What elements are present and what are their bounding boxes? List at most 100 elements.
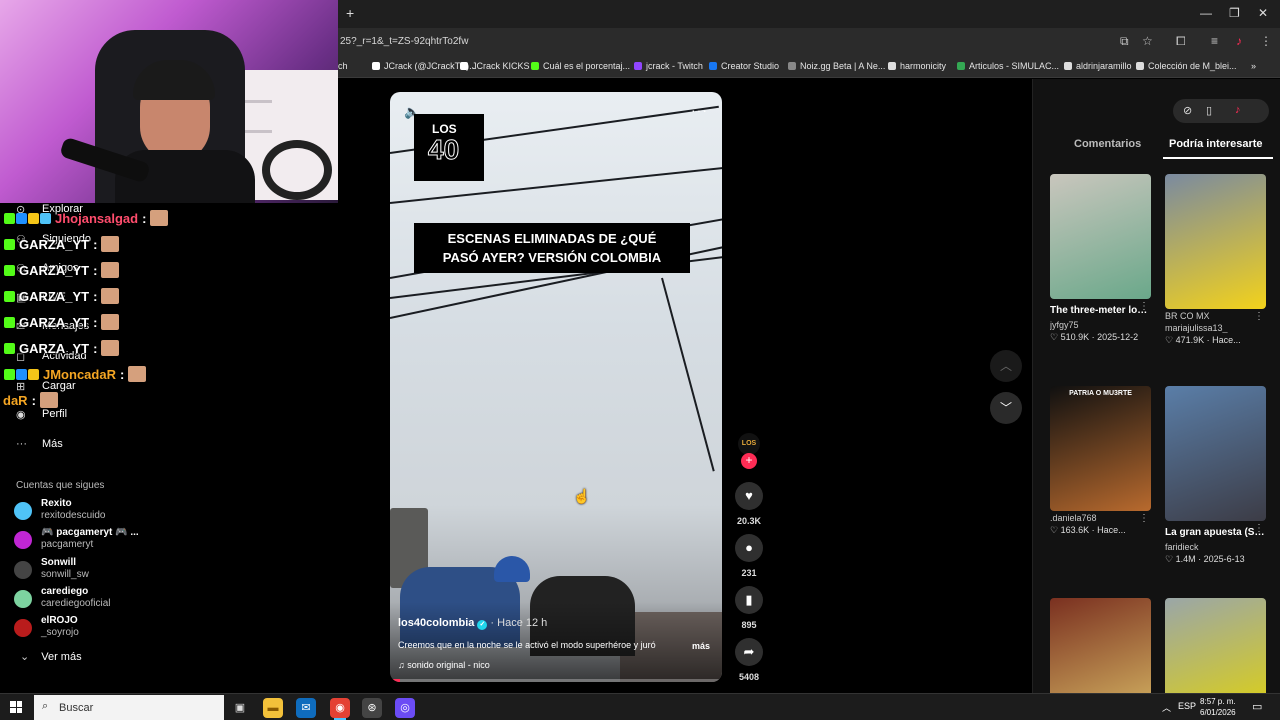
tray-expand-icon[interactable]: ︿ [1162,701,1171,714]
chat-emote-icon [101,236,120,252]
chat-separator: : [142,211,147,226]
video-progress-bar[interactable] [390,679,722,682]
recommended-video-card[interactable]: BR CO MX mariajulissa13_ ♡ 471.9K · Hace..… [1165,174,1266,346]
taskbar-app-icon[interactable]: ◎ [395,698,415,718]
heart-icon: ♡ [1165,335,1176,345]
card-more-icon[interactable]: ⋮ [1139,513,1149,524]
bookmark-item[interactable]: JCrack KICKS [460,61,530,71]
tiktok-extension-icon[interactable]: ♪ [1236,34,1242,48]
follow-button[interactable]: + [741,453,757,469]
bookmarks-overflow-icon[interactable]: » [1251,61,1256,71]
card-more-icon[interactable]: ⋮ [1254,523,1264,534]
video-thumbnail[interactable] [1165,386,1266,521]
new-tab-button[interactable]: + [346,5,354,21]
caption-line-2: PASÓ AYER? VERSIÓN COLOMBIA [442,250,662,265]
compass-icon[interactable]: ⊘ [1183,104,1192,117]
followed-account[interactable]: 🎮 pacgameryt 🎮 ... pacgameryt [14,527,154,555]
comment-button[interactable]: ● [735,534,763,562]
clock[interactable]: 8:57 p. m. 6/01/2026 [1200,696,1236,718]
followed-account[interactable]: carediego carediegooficial [14,586,154,614]
streamer-webcam [0,0,338,203]
install-app-icon[interactable]: ⧉ [1120,34,1129,49]
bookmark-item[interactable]: Creator Studio [709,61,779,71]
media-control-icon[interactable]: ≡ [1211,34,1218,48]
creator-avatar[interactable]: LOS 40 [738,433,760,469]
taskbar-app-icon[interactable]: ✉ [296,698,316,718]
see-more-button[interactable]: ⌄ Ver más [20,650,82,663]
bookmark-item[interactable]: Articulos - SIMULAC... [957,61,1059,71]
followed-account[interactable]: Sonwill sonwill_sw [14,557,154,585]
chevron-up-icon: ︿ [999,359,1012,373]
video-thumbnail[interactable] [1165,598,1266,693]
card-subtitle: BR CO MX [1165,311,1210,321]
bookmark-item[interactable]: harmonicity [888,61,946,71]
like-count: 20.3K [736,516,762,526]
recommended-video-card[interactable] [1165,598,1266,693]
taskbar-search[interactable]: ⌕ Buscar [34,695,224,720]
more-options-icon[interactable]: ··· [691,102,708,118]
tab-comments[interactable]: Comentarios [1074,138,1141,150]
video-player[interactable]: 🔈 ··· LOS 40 ESCENAS ELIMINADAS DE ¿QUÉ … [390,92,722,682]
card-more-icon[interactable]: ⋮ [1139,301,1149,312]
bookmark-star-icon[interactable]: ☆ [1142,34,1153,48]
taskbar-app-icon[interactable]: ▬ [263,698,283,718]
bookmark-item[interactable]: Colección de M_blei... [1136,61,1237,71]
comment-count: 231 [741,568,757,578]
previous-video-button[interactable]: ︿ [990,350,1022,382]
avatar [14,531,32,549]
like-button[interactable]: ♥ [735,482,763,510]
card-author[interactable]: mariajulissa13_ [1165,323,1266,333]
extensions-icon[interactable]: ⧠ [1176,34,1186,49]
video-author[interactable]: los40colombia ✓ · Hace 12 h [398,617,547,630]
recommended-video-card[interactable]: PATRIA O MU3RTE .daniela768 ♡ 163.6K · Hac… [1050,386,1151,536]
followed-account[interactable]: elROJO _soyrojo [14,615,154,643]
tab-you-may-like[interactable]: Podría interesarte [1169,138,1263,150]
avatar [14,502,32,520]
maximize-button[interactable]: ❐ [1229,6,1240,20]
menu-kebab-icon[interactable]: ⋮ [1260,34,1272,48]
music-track[interactable]: ♫ sonido original - nico [398,660,490,670]
video-thumbnail[interactable]: PATRIA O MU3RTE [1050,386,1151,511]
bookmark-item[interactable]: Noiz.gg Beta | A Ne... [788,61,885,71]
card-author[interactable]: jyfgy75 [1050,320,1151,330]
bookmark-item[interactable]: Cuál es el porcentaj... [531,61,630,71]
video-thumbnail[interactable] [1050,598,1151,693]
video-thumbnail[interactable] [1165,174,1266,309]
url-field[interactable]: 25?_r=1&_t=ZS-92qhtrTo2fw [340,36,468,47]
chat-badge-icon [16,369,27,380]
chat-username: daR [3,393,28,408]
followed-account[interactable]: Rexito rexitodescuido [14,498,154,526]
bookmark-item[interactable]: aldrinjaramillo [1064,61,1132,71]
bookmark-item[interactable]: ch [338,61,348,71]
save-button[interactable]: ▮ [735,586,763,614]
search-icon: ⌕ [42,700,49,712]
clock-date: 6/01/2026 [1200,708,1236,717]
sidebar-item-9[interactable]: ··· Más [16,438,63,450]
bookmark-favicon-icon [709,62,717,70]
close-window-button[interactable]: ✕ [1258,6,1268,20]
language-indicator[interactable]: ESP [1178,701,1196,711]
taskbar-app-icon[interactable]: ◉ [330,698,350,718]
tiktok-icon[interactable]: ♪ [1235,104,1241,116]
chat-badge-icon [4,265,15,276]
recommended-video-card[interactable] [1050,598,1151,693]
bookmark-item[interactable]: jcrack - Twitch [634,61,703,71]
author-name[interactable]: los40colombia [398,617,474,629]
next-video-button[interactable]: ﹀ [990,392,1022,424]
taskbar-app-icon[interactable]: ⊛ [362,698,382,718]
phone-icon[interactable]: ▯ [1206,104,1212,117]
card-author[interactable]: faridieck [1165,542,1266,552]
video-thumbnail[interactable] [1050,174,1151,299]
description-more-link[interactable]: más [692,641,710,651]
windows-start-icon[interactable] [10,701,22,713]
taskbar-app-icon[interactable]: ▣ [230,698,250,718]
bookmark-label: JCrack KICKS [472,61,530,71]
notification-icon[interactable]: ▭ [1252,700,1262,713]
share-button[interactable]: ➦ [735,638,763,666]
card-author[interactable]: .daniela768 [1050,513,1151,523]
minimize-button[interactable]: — [1200,6,1212,20]
recommended-video-card[interactable]: The three-meter long shark was... jyfgy75… [1050,174,1151,343]
card-more-icon[interactable]: ⋮ [1254,311,1264,322]
recommended-video-card[interactable]: La gran apuesta (Spoilers).... faridieck ♡… [1165,386,1266,565]
bookmark-favicon-icon [888,62,896,70]
